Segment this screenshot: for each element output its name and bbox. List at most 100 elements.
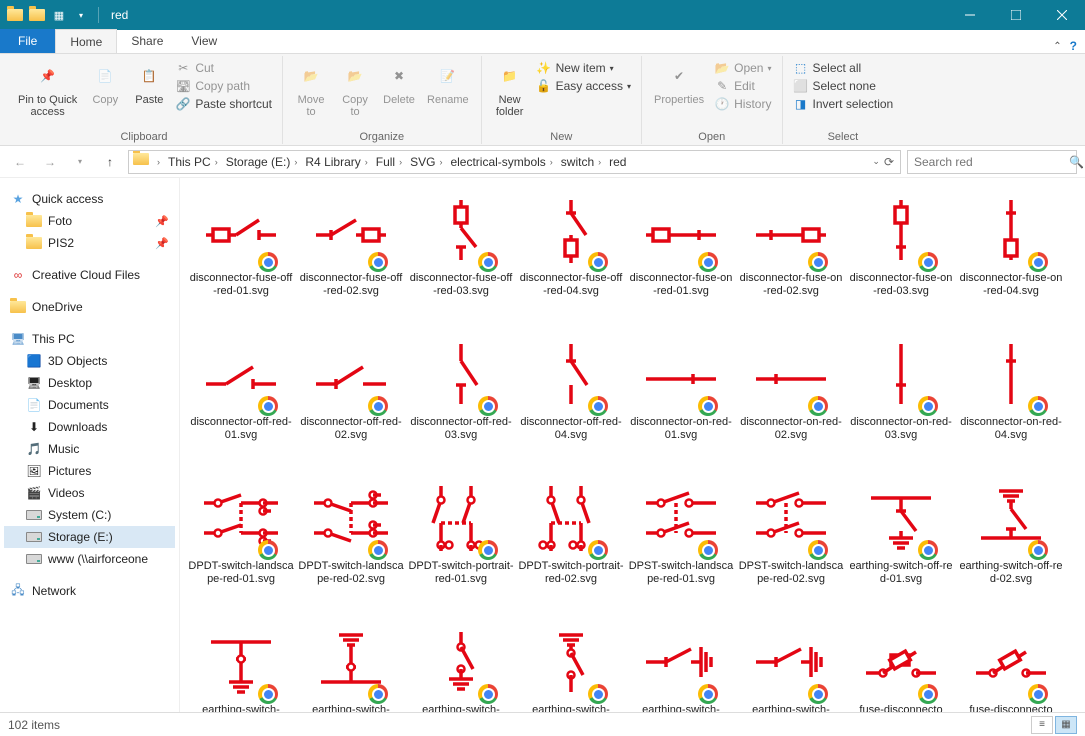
file-item[interactable]: fuse-disconnecto (956, 622, 1066, 712)
share-tab[interactable]: Share (117, 29, 177, 53)
pc-folder-item[interactable]: 🎬Videos (4, 482, 175, 504)
address-dropdown-icon[interactable]: ⌄ (872, 156, 880, 167)
back-button[interactable]: ← (8, 150, 32, 174)
pc-folder-item[interactable]: 🖼Pictures (4, 460, 175, 482)
pc-folder-item[interactable]: ⬇Downloads (4, 416, 175, 438)
view-tab[interactable]: View (177, 29, 231, 53)
pc-folder-item[interactable]: www (\\airforceone (4, 548, 175, 570)
up-button[interactable]: ↑ (98, 150, 122, 174)
cut-button[interactable]: ✂Cut (175, 60, 272, 76)
breadcrumb-item[interactable]: R4 Library› (301, 155, 371, 169)
address-bar[interactable]: › This PC›Storage (E:)›R4 Library›Full›S… (128, 150, 901, 174)
ribbon-collapse-icon[interactable]: ⌃ (1053, 41, 1061, 52)
file-item[interactable]: disconnector-fuse-off-red-01.svg (186, 190, 296, 330)
select-all-button[interactable]: ⬚Select all (793, 60, 894, 76)
file-item[interactable]: DPDT-switch-portrait-red-01.svg (406, 478, 516, 618)
home-tab[interactable]: Home (55, 29, 117, 53)
close-button[interactable] (1039, 0, 1085, 30)
file-item[interactable]: DPST-switch-landscape-red-02.svg (736, 478, 846, 618)
breadcrumb-item[interactable]: Full› (372, 155, 406, 169)
creative-cloud-item[interactable]: ∞Creative Cloud Files (4, 264, 175, 286)
file-item[interactable]: disconnector-on-red-04.svg (956, 334, 1066, 474)
file-item[interactable]: earthing-switch- (626, 622, 736, 712)
pc-folder-item[interactable]: 🖥Desktop (4, 372, 175, 394)
search-input[interactable] (914, 155, 1069, 169)
file-item[interactable]: DPDT-switch-landscape-red-02.svg (296, 478, 406, 618)
navigation-pane[interactable]: ★Quick access Foto📌PIS2📌 ∞Creative Cloud… (0, 178, 180, 712)
file-item[interactable]: disconnector-off-red-03.svg (406, 334, 516, 474)
select-none-button[interactable]: ⬜Select none (793, 78, 894, 94)
minimize-button[interactable] (947, 0, 993, 30)
file-item[interactable]: disconnector-fuse-on-red-04.svg (956, 190, 1066, 330)
onedrive-item[interactable]: OneDrive (4, 296, 175, 318)
new-item-button[interactable]: ✨New item ▾ (536, 60, 631, 76)
breadcrumb-item[interactable]: SVG› (406, 155, 446, 169)
help-icon[interactable]: ? (1070, 39, 1077, 53)
file-item[interactable]: disconnector-on-red-03.svg (846, 334, 956, 474)
breadcrumb-item[interactable]: electrical-symbols› (446, 155, 556, 169)
this-pc-item[interactable]: 🖥This PC (4, 328, 175, 350)
copy-to-button[interactable]: 📂Copy to (333, 58, 377, 120)
breadcrumb-item[interactable]: Storage (E:)› (222, 155, 302, 169)
breadcrumb-item[interactable]: switch› (557, 155, 605, 169)
file-item[interactable]: disconnector-off-red-04.svg (516, 334, 626, 474)
edit-button[interactable]: ✎Edit (714, 78, 771, 94)
file-item[interactable]: disconnector-off-red-01.svg (186, 334, 296, 474)
rename-button[interactable]: 📝Rename (421, 58, 475, 108)
pc-folder-item[interactable]: 🎵Music (4, 438, 175, 460)
file-item[interactable]: disconnector-on-red-01.svg (626, 334, 736, 474)
file-item[interactable]: earthing-switch- (736, 622, 846, 712)
qat-dropdown-icon[interactable]: ▾ (72, 4, 90, 26)
file-item[interactable]: disconnector-on-red-02.svg (736, 334, 846, 474)
quick-access-folder[interactable]: PIS2📌 (4, 232, 175, 254)
file-item[interactable]: disconnector-fuse-off-red-03.svg (406, 190, 516, 330)
file-tab[interactable]: File (0, 29, 55, 53)
file-item[interactable]: disconnector-fuse-off-red-04.svg (516, 190, 626, 330)
file-item[interactable]: disconnector-fuse-on-red-02.svg (736, 190, 846, 330)
file-item[interactable]: DPDT-switch-landscape-red-01.svg (186, 478, 296, 618)
network-item[interactable]: 🖧Network (4, 580, 175, 602)
pin-quick-access-button[interactable]: 📌Pin to Quick access (12, 58, 83, 120)
invert-selection-button[interactable]: ◨Invert selection (793, 96, 894, 112)
history-button[interactable]: 🕐History (714, 96, 771, 112)
file-item[interactable]: earthing-switch-off-red-02.svg (956, 478, 1066, 618)
forward-button[interactable]: → (38, 150, 62, 174)
new-folder-button[interactable]: 📁New folder (488, 58, 532, 120)
recent-button[interactable]: ▾ (68, 150, 92, 174)
quick-access-item[interactable]: ★Quick access (4, 188, 175, 210)
thumbnails-view-button[interactable]: ▦ (1055, 716, 1077, 734)
pc-folder-item[interactable]: 📄Documents (4, 394, 175, 416)
copy-button[interactable]: 📄Copy (83, 58, 127, 108)
file-item[interactable]: disconnector-fuse-on-red-03.svg (846, 190, 956, 330)
refresh-icon[interactable]: ⟳ (884, 155, 894, 169)
file-item[interactable]: earthing-switch- (296, 622, 406, 712)
qat-folder-icon[interactable] (28, 4, 46, 26)
delete-button[interactable]: ✖Delete (377, 58, 421, 108)
open-button[interactable]: 📂Open ▾ (714, 60, 771, 76)
quick-access-folder[interactable]: Foto📌 (4, 210, 175, 232)
pc-folder-item[interactable]: Storage (E:) (4, 526, 175, 548)
qat-properties-icon[interactable]: ▦ (50, 4, 68, 26)
breadcrumb-item[interactable]: red (605, 155, 630, 169)
file-item[interactable]: disconnector-off-red-02.svg (296, 334, 406, 474)
file-item[interactable]: earthing-switch- (406, 622, 516, 712)
paste-button[interactable]: 📋Paste (127, 58, 171, 108)
pc-folder-item[interactable]: 🟦3D Objects (4, 350, 175, 372)
file-item[interactable]: earthing-switch- (186, 622, 296, 712)
properties-button[interactable]: ✔Properties (648, 58, 710, 108)
file-item[interactable]: fuse-disconnecto (846, 622, 956, 712)
file-item[interactable]: earthing-switch- (516, 622, 626, 712)
paste-shortcut-button[interactable]: 🔗Paste shortcut (175, 96, 272, 112)
file-item[interactable]: earthing-switch-off-red-01.svg (846, 478, 956, 618)
search-box[interactable]: 🔍 (907, 150, 1077, 174)
file-item[interactable]: disconnector-fuse-off-red-02.svg (296, 190, 406, 330)
copy-path-button[interactable]: 🛣Copy path (175, 78, 272, 94)
breadcrumb-item[interactable]: This PC› (164, 155, 222, 169)
file-item[interactable]: disconnector-fuse-on-red-01.svg (626, 190, 736, 330)
maximize-button[interactable] (993, 0, 1039, 30)
file-item[interactable]: DPDT-switch-portrait-red-02.svg (516, 478, 626, 618)
move-to-button[interactable]: 📂Move to (289, 58, 333, 120)
easy-access-button[interactable]: 🔓Easy access ▾ (536, 78, 631, 94)
file-view[interactable]: disconnector-fuse-off-red-01.svgdisconne… (180, 178, 1085, 712)
file-item[interactable]: DPST-switch-landscape-red-01.svg (626, 478, 736, 618)
